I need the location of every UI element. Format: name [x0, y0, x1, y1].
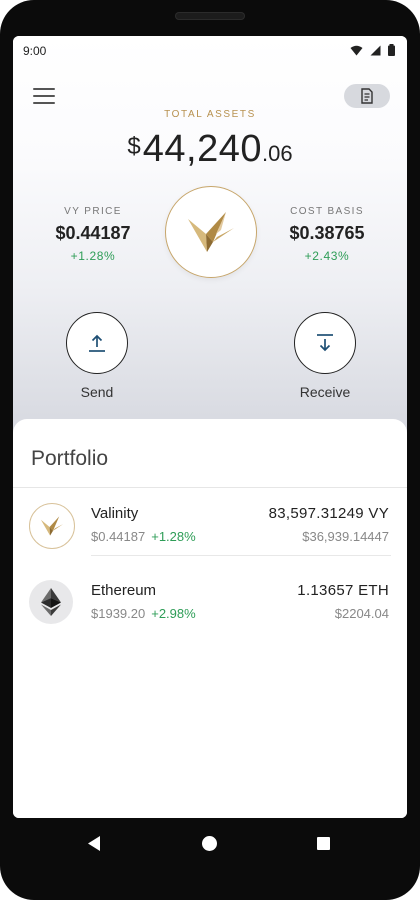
total-assets-value: $44,240.06: [13, 128, 407, 171]
vy-price-stat: VY PRICE $0.44187 +1.28%: [28, 206, 158, 263]
asset-change: +1.28%: [151, 529, 196, 544]
receipt-icon: [361, 88, 373, 104]
cost-basis-change: +2.43%: [304, 249, 350, 263]
phone-frame: 9:00 TOTAL ASSETS $44,240.06 VY PRICE $0…: [0, 0, 420, 900]
asset-price: $1939.20: [91, 606, 146, 621]
wifi-icon: [350, 45, 363, 55]
cost-basis-label: COST BASIS: [290, 206, 364, 217]
menu-icon[interactable]: [33, 88, 55, 104]
app-screen: 9:00 TOTAL ASSETS $44,240.06 VY PRICE $0…: [13, 36, 407, 818]
valinity-logo-icon: [188, 212, 234, 252]
vy-price-change: +1.28%: [70, 249, 116, 263]
status-bar: 9:00: [13, 36, 407, 66]
hero-section: 9:00 TOTAL ASSETS $44,240.06 VY PRICE $0…: [13, 36, 407, 466]
status-time: 9:00: [23, 44, 47, 58]
receive-action[interactable]: Receive: [285, 312, 365, 400]
home-icon[interactable]: [202, 836, 217, 851]
valinity-logo: [165, 186, 257, 278]
portfolio-card: Portfolio Valinity $0.44187 +1.28% 83,597…: [13, 419, 407, 818]
asset-price: $0.44187: [91, 529, 146, 544]
cost-basis-stat: COST BASIS $0.38765 +2.43%: [262, 206, 392, 263]
asset-amount: 1.13657 ETH: [297, 582, 389, 599]
send-button[interactable]: [66, 312, 128, 374]
asset-price-line: $0.44187 +1.28%: [91, 529, 196, 544]
valinity-coin-icon: [29, 503, 75, 549]
asset-usd-value: $36,939.14447: [302, 529, 389, 544]
asset-row-ethereum[interactable]: Ethereum $1939.20 +2.98% 1.13657 ETH $220…: [13, 564, 407, 640]
recents-icon[interactable]: [317, 837, 330, 850]
android-nav-bar: [0, 818, 420, 900]
portfolio-title: Portfolio: [31, 447, 109, 470]
ethereum-coin-icon: [29, 580, 73, 624]
total-assets-label: TOTAL ASSETS: [164, 109, 256, 120]
send-action[interactable]: Send: [57, 312, 137, 400]
asset-price-line: $1939.20 +2.98%: [91, 606, 196, 621]
asset-change: +2.98%: [151, 606, 196, 621]
receive-label: Receive: [299, 384, 351, 400]
total-whole: 44,240: [142, 128, 262, 170]
asset-amount: 83,597.31249 VY: [268, 505, 389, 522]
earpiece-speaker: [175, 12, 245, 20]
transactions-button[interactable]: [344, 84, 390, 108]
row-divider: [91, 555, 391, 556]
back-icon[interactable]: [86, 835, 102, 852]
download-icon: [317, 334, 333, 352]
signal-icon: [370, 45, 381, 55]
asset-name: Valinity: [91, 505, 139, 522]
send-label: Send: [80, 384, 114, 400]
asset-name: Ethereum: [91, 582, 157, 599]
receive-button[interactable]: [294, 312, 356, 374]
asset-row-valinity[interactable]: Valinity $0.44187 +1.28% 83,597.31249 VY …: [13, 487, 407, 563]
status-icons: [350, 44, 395, 56]
vy-price-value: $0.44187: [55, 223, 131, 243]
cost-basis-value: $0.38765: [289, 223, 365, 243]
asset-usd-value: $2204.04: [334, 606, 389, 621]
battery-icon: [388, 44, 395, 56]
vy-price-label: VY PRICE: [64, 206, 122, 217]
upload-icon: [89, 334, 105, 352]
total-decimal: .06: [262, 141, 293, 166]
currency-symbol: $: [127, 133, 141, 160]
